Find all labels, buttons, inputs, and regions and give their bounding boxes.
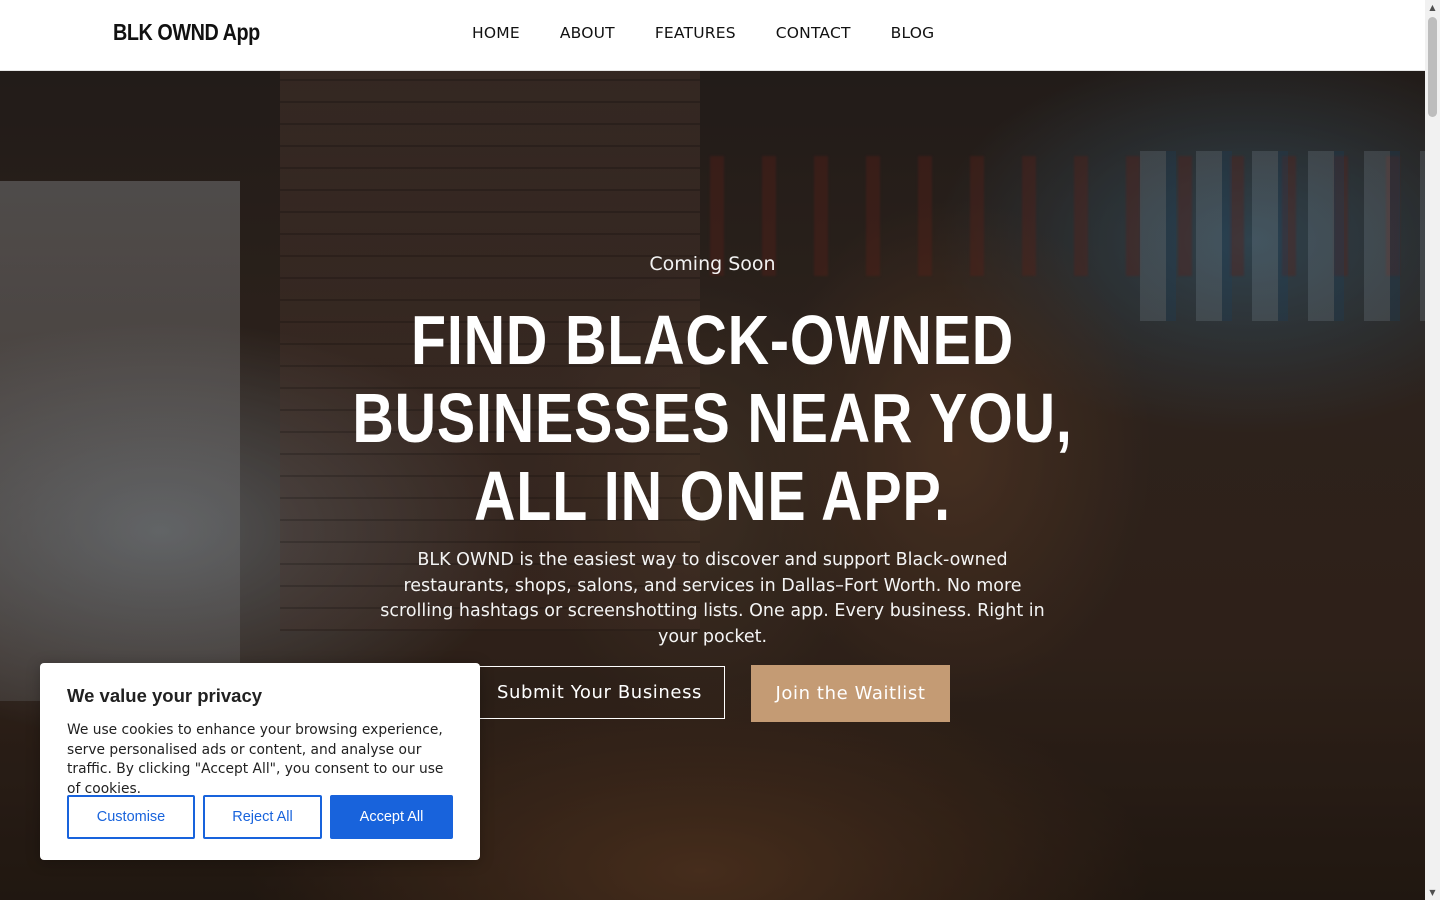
submit-business-button[interactable]: Submit Your Business bbox=[474, 666, 725, 719]
cookie-description: We use cookies to enhance your browsing … bbox=[67, 722, 444, 797]
nav-item-features[interactable]: FEATURES bbox=[655, 24, 736, 42]
nav-item-home[interactable]: HOME bbox=[472, 24, 520, 42]
cookie-reject-all-button[interactable]: Reject All bbox=[203, 795, 322, 839]
site-header: BLK OWND App HOME ABOUT FEATURES CONTACT… bbox=[0, 0, 1425, 71]
brand-logo-text[interactable]: BLK OWND App bbox=[113, 19, 260, 46]
page-scrollbar[interactable]: ▲ ▼ bbox=[1425, 0, 1440, 900]
cookie-customise-button[interactable]: Customise bbox=[67, 795, 195, 839]
nav-item-blog[interactable]: BLOG bbox=[891, 24, 935, 42]
hero-headline: FIND BLACK-OWNED BUSINESSES NEAR YOU, AL… bbox=[0, 301, 1425, 535]
hero-eyebrow: Coming Soon bbox=[649, 253, 776, 275]
cookie-title: We value your privacy bbox=[67, 685, 263, 706]
join-waitlist-button[interactable]: Join the Waitlist bbox=[751, 665, 950, 722]
hero-headline-line-2: BUSINESSES NEAR YOU, bbox=[352, 379, 1073, 457]
hero-subtext: BLK OWND is the easiest way to discover … bbox=[380, 550, 1045, 647]
cookie-accept-all-button[interactable]: Accept All bbox=[330, 795, 453, 839]
hero-headline-line-1: FIND BLACK-OWNED bbox=[410, 301, 1014, 379]
scroll-up-arrow-icon[interactable]: ▲ bbox=[1425, 0, 1440, 15]
scrollbar-thumb[interactable] bbox=[1428, 17, 1437, 117]
nav-item-about[interactable]: ABOUT bbox=[560, 24, 615, 42]
cookie-consent-banner: We value your privacy We use cookies to … bbox=[40, 663, 480, 860]
nav-item-contact[interactable]: CONTACT bbox=[776, 24, 851, 42]
scroll-down-arrow-icon[interactable]: ▼ bbox=[1425, 885, 1440, 900]
main-nav: HOME ABOUT FEATURES CONTACT BLOG bbox=[472, 24, 934, 42]
hero-headline-line-3: ALL IN ONE APP. bbox=[474, 457, 951, 535]
